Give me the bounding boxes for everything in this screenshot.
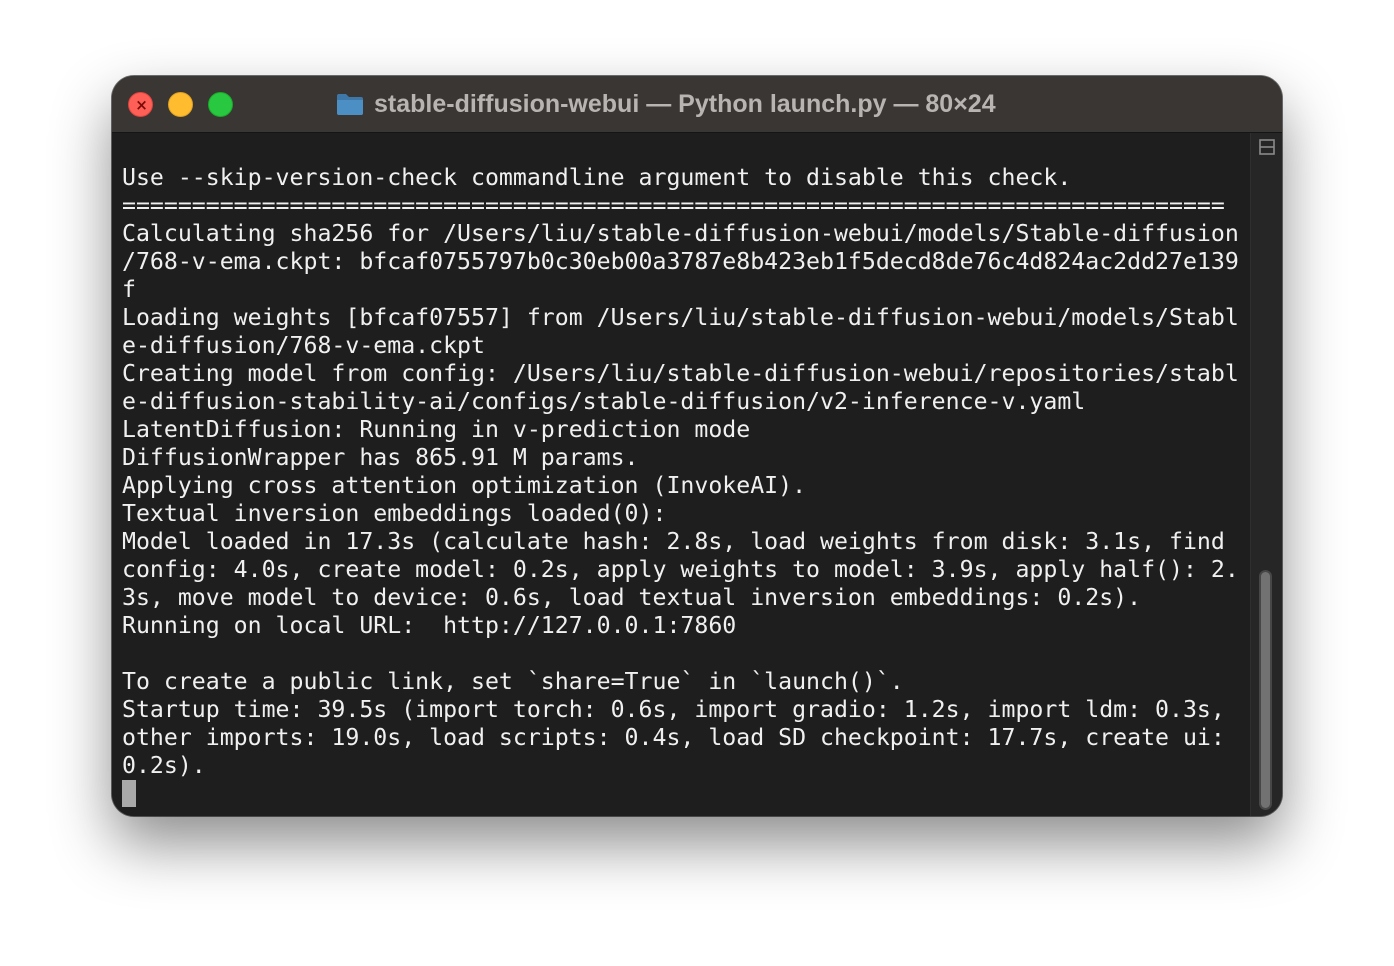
- terminal-cursor: [122, 780, 136, 807]
- scrollbar-thumb[interactable]: [1261, 572, 1270, 808]
- terminal-line: LatentDiffusion: Running in v-prediction…: [122, 416, 751, 443]
- terminal-line: Applying cross attention optimization (I…: [122, 472, 807, 499]
- terminal-line: other imports: 19.0s, load scripts: 0.4s…: [122, 724, 1225, 751]
- terminal-line: To create a public link, set `share=True…: [122, 668, 904, 695]
- terminal-line: Running on local URL: http://127.0.0.1:7…: [122, 612, 737, 639]
- terminal-output[interactable]: Use --skip-version-check commandline arg…: [122, 164, 1239, 780]
- terminal-line: Calculating sha256 for /Users/liu/stable…: [122, 220, 1239, 247]
- terminal-line: /768-v-ema.ckpt: bfcaf0755797b0c30eb00a3…: [122, 248, 1239, 275]
- terminal-line: 3s, move model to device: 0.6s, load tex…: [122, 584, 1142, 611]
- terminal-line: DiffusionWrapper has 865.91 M params.: [122, 444, 639, 471]
- terminal-line: config: 4.0s, create model: 0.2s, apply …: [122, 556, 1239, 583]
- terminal-content[interactable]: Use --skip-version-check commandline arg…: [112, 133, 1250, 816]
- close-button[interactable]: ×: [128, 92, 153, 117]
- terminal-line: Use --skip-version-check commandline arg…: [122, 164, 1072, 191]
- title-bar[interactable]: × stable-diffusion-webui — Python launch…: [112, 76, 1282, 133]
- terminal-window: × stable-diffusion-webui — Python launch…: [112, 76, 1282, 816]
- scrollbar-track[interactable]: [1259, 570, 1272, 810]
- folder-icon: [337, 94, 363, 115]
- terminal-line: Textual inversion embeddings loaded(0):: [122, 500, 667, 527]
- terminal-line: f: [122, 276, 136, 303]
- window-title-group: stable-diffusion-webui — Python launch.p…: [336, 88, 996, 120]
- split-pane-icon[interactable]: [1259, 139, 1275, 155]
- terminal-line: e-diffusion-stability-ai/configs/stable-…: [122, 388, 1086, 415]
- terminal-line: ========================================…: [122, 192, 1225, 219]
- terminal-line: Loading weights [bfcaf07557] from /Users…: [122, 304, 1239, 331]
- terminal-line: Startup time: 39.5s (import torch: 0.6s,…: [122, 696, 1225, 723]
- scrollbar[interactable]: [1250, 133, 1282, 816]
- zoom-button[interactable]: [208, 92, 233, 117]
- terminal-line: Model loaded in 17.3s (calculate hash: 2…: [122, 528, 1225, 555]
- close-x-icon: ×: [135, 96, 148, 114]
- terminal-line: Creating model from config: /Users/liu/s…: [122, 360, 1239, 387]
- terminal-line: e-diffusion/768-v-ema.ckpt: [122, 332, 485, 359]
- window-title: stable-diffusion-webui — Python launch.p…: [374, 89, 996, 118]
- minimize-button[interactable]: [168, 92, 193, 117]
- terminal-line: 0.2s).: [122, 752, 206, 779]
